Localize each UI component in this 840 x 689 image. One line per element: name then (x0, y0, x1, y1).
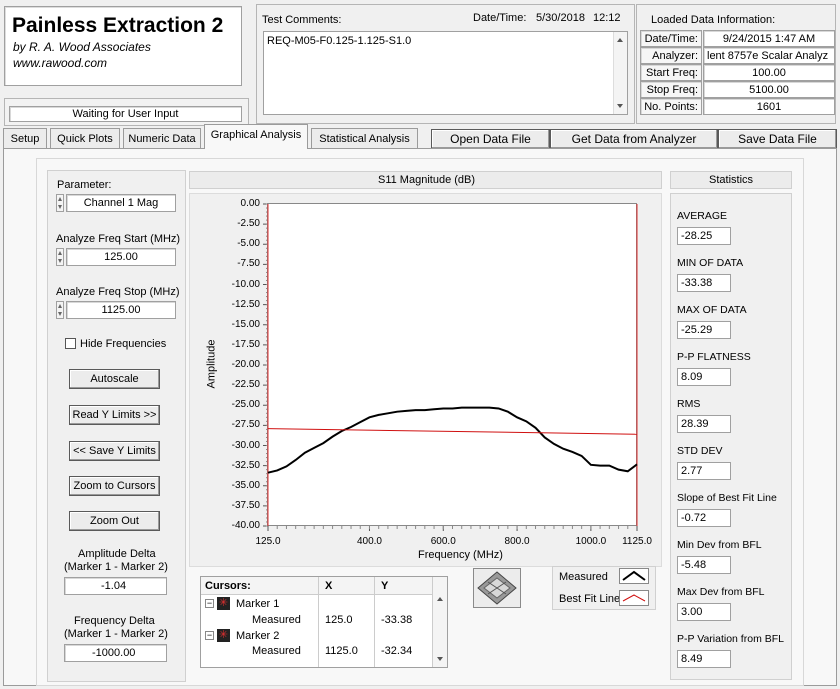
scroll-down-icon[interactable] (437, 657, 443, 661)
legend-measured-swatch (619, 568, 649, 584)
legend-measured-label: Measured (559, 571, 608, 583)
stat-rms-label: RMS (677, 398, 701, 410)
stat-min-dev-value: -5.48 (677, 556, 731, 574)
cursor-move-pad[interactable] (473, 568, 521, 608)
tab-graphical-analysis[interactable]: Graphical Analysis (204, 124, 308, 149)
scroll-up-icon[interactable] (437, 597, 443, 601)
cursor-marker-sub: Measured (252, 645, 301, 657)
cursor-marker-y: -32.34 (381, 645, 413, 657)
cursor-header-y: Y (381, 580, 389, 592)
stat-pp-variation-value: 8.49 (677, 650, 731, 668)
cursor-col-divider (374, 577, 375, 667)
stat-max-dev-label: Max Dev from BFL (677, 586, 765, 598)
marker-cursor-icon: ✳ (217, 629, 230, 642)
tree-collapse-icon[interactable]: − (205, 631, 214, 640)
stat-min-label: MIN OF DATA (677, 257, 744, 269)
cursor-marker-x: 1125.0 (325, 645, 358, 657)
cursor-col-divider (318, 577, 319, 667)
best-fit-line (267, 428, 638, 435)
cursor-header-x: X (325, 580, 333, 592)
cursor-marker-sub: Measured (252, 614, 301, 626)
stat-min-dev-label: Min Dev from BFL (677, 539, 762, 551)
stat-pp-variation-label: P-P Variation from BFL (677, 633, 784, 645)
marker-cursor-icon: ✳ (217, 597, 230, 610)
cursor-scrollbar[interactable] (432, 577, 447, 667)
cursor-marker-x: 125.0 (325, 614, 353, 626)
stat-max-value: -25.29 (677, 321, 731, 339)
stats-title: Statistics (709, 174, 754, 186)
stat-flatness-value: 8.09 (677, 368, 731, 386)
stat-average-label: AVERAGE (677, 210, 727, 222)
stat-slope-label: Slope of Best Fit Line (677, 492, 777, 504)
stat-flatness-label: P-P FLATNESS (677, 351, 751, 363)
stat-stddev-label: STD DEV (677, 445, 723, 457)
stat-slope-value: -0.72 (677, 509, 731, 527)
cursor-table[interactable]: Cursors: X Y − ✳ Marker 1 Measured 125.0… (200, 576, 448, 668)
stat-min-value: -33.38 (677, 274, 731, 292)
tree-collapse-icon[interactable]: − (205, 599, 214, 608)
stat-rms-value: 28.39 (677, 415, 731, 433)
legend-bfl-swatch (619, 590, 649, 606)
cursor-header-name: Cursors: (205, 580, 251, 592)
stat-average-value: -28.25 (677, 227, 731, 245)
stat-max-dev-value: 3.00 (677, 603, 731, 621)
cursor-marker-y: -33.38 (381, 614, 413, 626)
cursor-marker-name: Marker 2 (236, 630, 280, 642)
stat-max-label: MAX OF DATA (677, 304, 747, 316)
cursor-marker-name: Marker 1 (236, 598, 280, 610)
stat-stddev-value: 2.77 (677, 462, 731, 480)
legend-bfl-label: Best Fit Line (559, 593, 621, 605)
diamond-arrows-icon (477, 571, 517, 605)
measured-series-line (267, 406, 638, 474)
